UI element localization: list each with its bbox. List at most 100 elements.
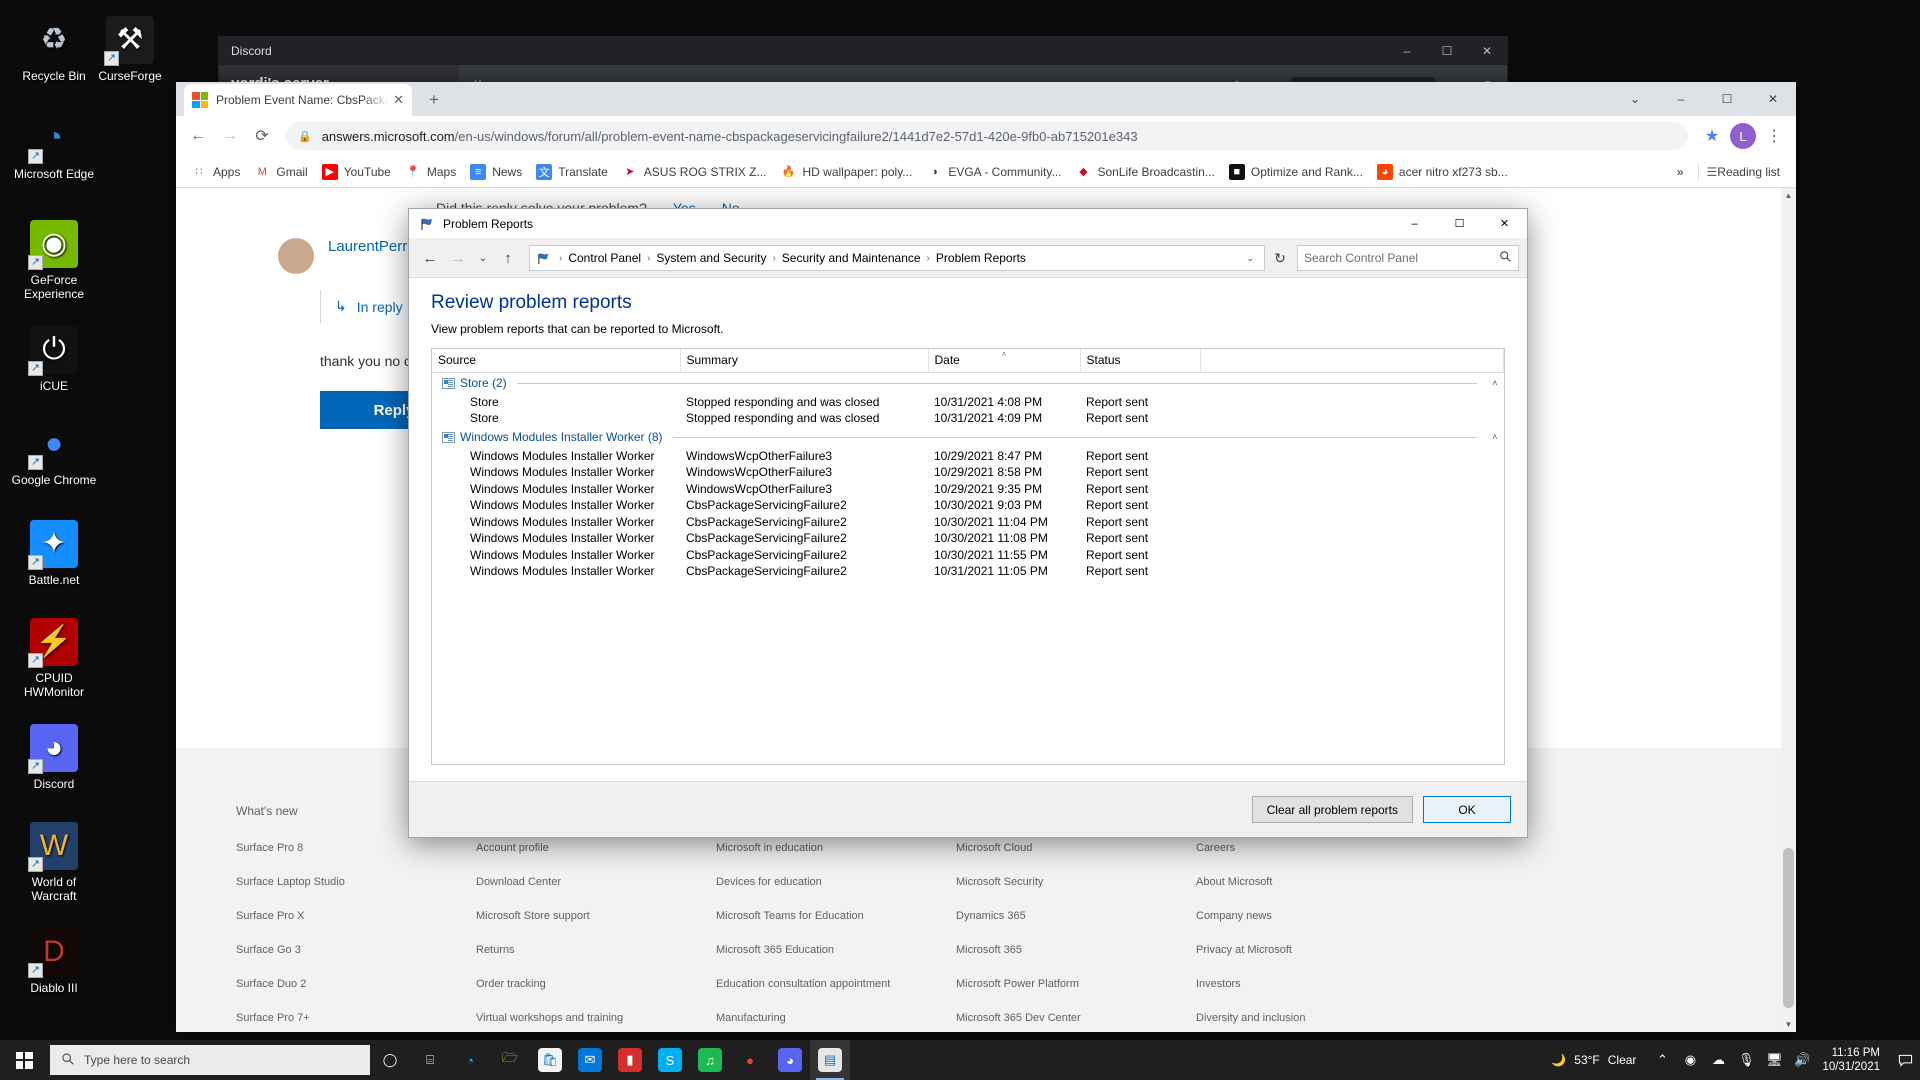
- desktop-icon-diablo-iii[interactable]: D↗Diablo III: [8, 928, 100, 995]
- scroll-down-arrow-icon[interactable]: ▼: [1781, 1017, 1796, 1032]
- start-button[interactable]: [0, 1040, 48, 1080]
- desktop-icon-curseforge[interactable]: ⚒↗CurseForge: [84, 16, 176, 83]
- breadcrumb-item-control-panel[interactable]: Control Panel: [565, 251, 644, 265]
- footer-link[interactable]: Manufacturing: [716, 1012, 956, 1024]
- bookmark-maps[interactable]: 📍Maps: [398, 160, 463, 184]
- ok-button[interactable]: OK: [1423, 796, 1511, 823]
- desktop-icon-world-of-warcraft[interactable]: W↗World of Warcraft: [8, 822, 100, 903]
- control-panel-search-input[interactable]: Search Control Panel: [1297, 245, 1519, 271]
- pr-recent-locations-button[interactable]: ⌄: [473, 245, 493, 271]
- taskbar-item-control-panel[interactable]: ▤: [810, 1040, 850, 1080]
- bookmark-sonlife-broadcastin[interactable]: ◆SonLife Broadcastin...: [1068, 160, 1221, 184]
- taskbar-item-task-view[interactable]: ⌸: [410, 1040, 450, 1080]
- taskbar-item-microsoft-store[interactable]: 🛍: [530, 1040, 570, 1080]
- collapse-group-icon[interactable]: ˄: [1482, 432, 1503, 442]
- chrome-minimize-button[interactable]: –: [1658, 82, 1704, 116]
- breadcrumb[interactable]: › Control Panel › System and Security › …: [529, 245, 1265, 271]
- pr-up-button[interactable]: ↑: [495, 245, 521, 271]
- desktop-icon-google-chrome[interactable]: ●↗Google Chrome: [8, 420, 100, 487]
- footer-link[interactable]: Privacy at Microsoft: [1196, 944, 1436, 956]
- column-header-status[interactable]: Status: [1080, 349, 1200, 372]
- bookmarks-overflow-button[interactable]: »: [1671, 165, 1690, 179]
- table-row[interactable]: Windows Modules Installer WorkerWindowsW…: [432, 481, 1504, 498]
- scroll-up-arrow-icon[interactable]: ▲: [1781, 188, 1796, 203]
- chrome-close-button[interactable]: ✕: [1750, 82, 1796, 116]
- weather-widget[interactable]: 🌙 53°F Clear: [1539, 1053, 1648, 1067]
- bookmark-evga-community[interactable]: ◑EVGA - Community...: [919, 160, 1068, 184]
- new-tab-button[interactable]: +: [420, 86, 448, 114]
- footer-link[interactable]: Account profile: [476, 842, 716, 854]
- bookmark-apps[interactable]: ∷Apps: [184, 160, 247, 184]
- forward-button[interactable]: →: [216, 122, 244, 150]
- footer-link[interactable]: Virtual workshops and training: [476, 1012, 716, 1024]
- bookmark-hd-wallpaper-poly[interactable]: 🔥HD wallpaper: poly...: [773, 160, 919, 184]
- bookmark-gmail[interactable]: MGmail: [247, 160, 314, 184]
- taskbar-item-file-explorer[interactable]: 🗁: [490, 1040, 530, 1080]
- footer-link[interactable]: Microsoft 365: [956, 944, 1196, 956]
- bookmark-star-icon[interactable]: ★: [1698, 122, 1726, 150]
- page-scrollbar[interactable]: ▲ ▼: [1781, 188, 1796, 1032]
- problem-reports-table-container[interactable]: Source Summary ˄ Date Status Store (2)˄S…: [431, 348, 1505, 765]
- quote-text[interactable]: In reply: [357, 299, 403, 315]
- breadcrumb-dropdown-icon[interactable]: ⌄: [1246, 253, 1258, 264]
- breadcrumb-item-problem-reports[interactable]: Problem Reports: [933, 251, 1029, 265]
- desktop-icon-discord[interactable]: ◕↗Discord: [8, 724, 100, 791]
- footer-link[interactable]: Surface Go 3: [236, 944, 476, 956]
- bookmark-translate[interactable]: 文Translate: [529, 160, 615, 184]
- onedrive-cloud-icon[interactable]: ☁: [1704, 1040, 1732, 1080]
- table-group-header[interactable]: Windows Modules Installer Worker (8) ˄: [432, 427, 1504, 448]
- bookmark-acer-nitro-xf273-sb[interactable]: ◕acer nitro xf273 sb...: [1370, 160, 1515, 184]
- close-tab-icon[interactable]: ✕: [393, 92, 404, 108]
- bookmark-optimize-and-rank[interactable]: ■Optimize and Rank...: [1222, 160, 1370, 184]
- pr-maximize-button[interactable]: ☐: [1437, 209, 1482, 239]
- footer-link[interactable]: Diversity and inclusion: [1196, 1012, 1436, 1024]
- table-row[interactable]: Windows Modules Installer WorkerCbsPacka…: [432, 514, 1504, 531]
- pr-refresh-button[interactable]: ↻: [1267, 245, 1293, 271]
- bookmark-news[interactable]: ≡News: [463, 160, 529, 184]
- show-hidden-icons-button[interactable]: ⌃: [1648, 1040, 1676, 1080]
- taskbar-item-cortana[interactable]: ◯: [370, 1040, 410, 1080]
- clear-all-problem-reports-button[interactable]: Clear all problem reports: [1252, 796, 1413, 823]
- chrome-menu-button[interactable]: ⋮: [1760, 122, 1788, 150]
- desktop[interactable]: ♻Recycle Bin⚒↗CurseForge◔↗Microsoft Edge…: [0, 0, 1920, 1080]
- desktop-icon-geforce-experience[interactable]: ◉↗GeForce Experience: [8, 220, 100, 301]
- footer-link[interactable]: Surface Pro X: [236, 910, 476, 922]
- discord-minimize-button[interactable]: –: [1387, 37, 1427, 65]
- footer-link[interactable]: Investors: [1196, 978, 1436, 990]
- taskbar-item-discord[interactable]: ◕: [770, 1040, 810, 1080]
- footer-link[interactable]: Dynamics 365: [956, 910, 1196, 922]
- taskbar-item-spotify[interactable]: ♫: [690, 1040, 730, 1080]
- table-row[interactable]: Windows Modules Installer WorkerCbsPacka…: [432, 530, 1504, 547]
- footer-link[interactable]: Order tracking: [476, 978, 716, 990]
- camera-icon[interactable]: ◉: [1676, 1040, 1704, 1080]
- problem-reports-window[interactable]: Problem Reports – ☐ ✕ ← → ⌄ ↑ › Control …: [408, 208, 1528, 838]
- footer-link[interactable]: Microsoft Teams for Education: [716, 910, 956, 922]
- footer-link[interactable]: Education consultation appointment: [716, 978, 956, 990]
- microphone-icon[interactable]: 🎙: [1732, 1040, 1760, 1080]
- taskbar-item-mail[interactable]: ✉: [570, 1040, 610, 1080]
- taskbar-item-microsoft-edge[interactable]: ◔: [450, 1040, 490, 1080]
- desktop-icon-cpuid-hwmonitor[interactable]: ⚡↗CPUID HWMonitor: [8, 618, 100, 699]
- table-row[interactable]: StoreStopped responding and was closed10…: [432, 394, 1504, 411]
- desktop-icon-icue[interactable]: ⏻↗iCUE: [8, 326, 100, 393]
- back-button[interactable]: ←: [184, 122, 212, 150]
- taskbar-search-input[interactable]: Type here to search: [50, 1045, 370, 1075]
- column-header-summary[interactable]: Summary: [680, 349, 928, 372]
- table-row[interactable]: Windows Modules Installer WorkerCbsPacka…: [432, 563, 1504, 580]
- footer-link[interactable]: Careers: [1196, 842, 1436, 854]
- group-label[interactable]: Windows Modules Installer Worker (8): [460, 430, 663, 444]
- footer-link[interactable]: Microsoft 365 Dev Center: [956, 1012, 1196, 1024]
- taskbar-item-google-chrome[interactable]: ●: [730, 1040, 770, 1080]
- table-row[interactable]: StoreStopped responding and was closed10…: [432, 410, 1504, 427]
- taskbar-item-nitro-pdf[interactable]: ▮: [610, 1040, 650, 1080]
- action-center-button[interactable]: [1890, 1040, 1920, 1080]
- bookmark-asus-rog-strix-z[interactable]: ➤ASUS ROG STRIX Z...: [615, 160, 774, 184]
- footer-link[interactable]: Company news: [1196, 910, 1436, 922]
- pr-close-button[interactable]: ✕: [1482, 209, 1527, 239]
- taskbar-item-skype[interactable]: S: [650, 1040, 690, 1080]
- footer-link[interactable]: Microsoft Store support: [476, 910, 716, 922]
- footer-link[interactable]: Surface Laptop Studio: [236, 876, 476, 888]
- footer-link[interactable]: Devices for education: [716, 876, 956, 888]
- column-header-date[interactable]: ˄ Date: [928, 349, 1080, 372]
- address-bar[interactable]: 🔒 answers.microsoft.com/en-us/windows/fo…: [286, 122, 1688, 150]
